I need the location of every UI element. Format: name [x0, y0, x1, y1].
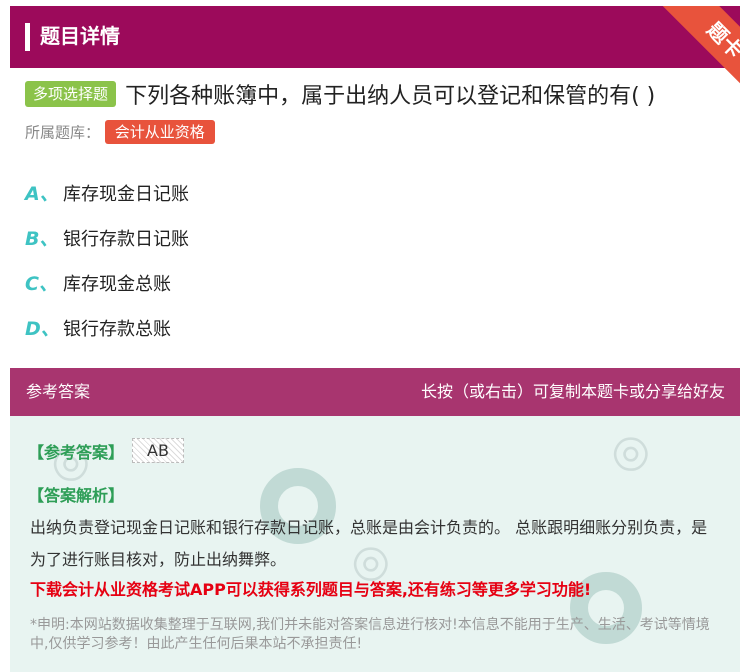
page-header: 题目详情 题卡	[10, 6, 740, 96]
analysis-text: 出纳负责登记现金日记账和银行存款日记账，总账是由会计负责的。 总账跟明细账分别负…	[30, 518, 708, 569]
question-heading: 多项选择题 下列各种账簿中，属于出纳人员可以登记和保管的有( )	[25, 78, 735, 110]
reference-answer-label: 【参考答案】	[28, 442, 125, 462]
share-hint: 长按（或右击）可复制本题卡或分享给好友	[420, 382, 725, 401]
answer-section-body: ◎ ◎ ◎ 【参考答案】 AB 【答案解析】 出纳负责登记现金日记账和银行存款日…	[10, 416, 740, 672]
option-d[interactable]: D、 银行存款总账	[25, 305, 189, 350]
option-text: 库存现金总账	[63, 273, 171, 295]
page-title: 题目详情	[40, 24, 120, 48]
disclaimer-text: *申明:本网站数据收集整理于互联网,我们并未能对答案信息进行核对!本信息不能用于…	[30, 617, 710, 652]
reference-answer-row: 【参考答案】 AB	[28, 438, 184, 463]
option-letter: B、	[25, 228, 59, 250]
option-letter: C、	[25, 273, 58, 295]
option-text: 银行存款日记账	[63, 228, 189, 250]
watermark-glyph: ◎	[599, 419, 659, 484]
option-text: 库存现金日记账	[63, 183, 189, 205]
question-bank-label: 所属题库：	[25, 123, 101, 142]
answer-section-title: 参考答案	[26, 382, 91, 401]
option-b[interactable]: B、 银行存款日记账	[25, 215, 189, 260]
option-letter: A、	[25, 183, 59, 205]
question-text: 下列各种账簿中，属于出纳人员可以登记和保管的有( )	[125, 84, 656, 109]
app-download-link[interactable]: 下载会计从业资格考试APP可以获得系列题目与答案,还有练习等更多学习功能!	[30, 576, 591, 600]
option-text: 银行存款总账	[63, 318, 171, 340]
answer-section-header: 参考答案 长按（或右击）可复制本题卡或分享给好友	[10, 368, 740, 416]
option-c[interactable]: C、 库存现金总账	[25, 260, 189, 305]
option-a[interactable]: A、 库存现金日记账	[25, 170, 189, 215]
option-letter: D、	[25, 318, 60, 340]
question-type-badge: 多项选择题	[25, 81, 117, 107]
question-bank-tag[interactable]: 会计从业资格	[104, 120, 215, 144]
option-list: A、 库存现金日记账 B、 银行存款日记账 C、 库存现金总账 D、 银行存款总…	[25, 170, 189, 350]
header-accent-bar	[25, 23, 30, 51]
analysis-label: 【答案解析】	[28, 486, 125, 505]
reference-answer-value: AB	[132, 438, 184, 463]
question-bank: 所属题库： 会计从业资格	[25, 120, 215, 144]
